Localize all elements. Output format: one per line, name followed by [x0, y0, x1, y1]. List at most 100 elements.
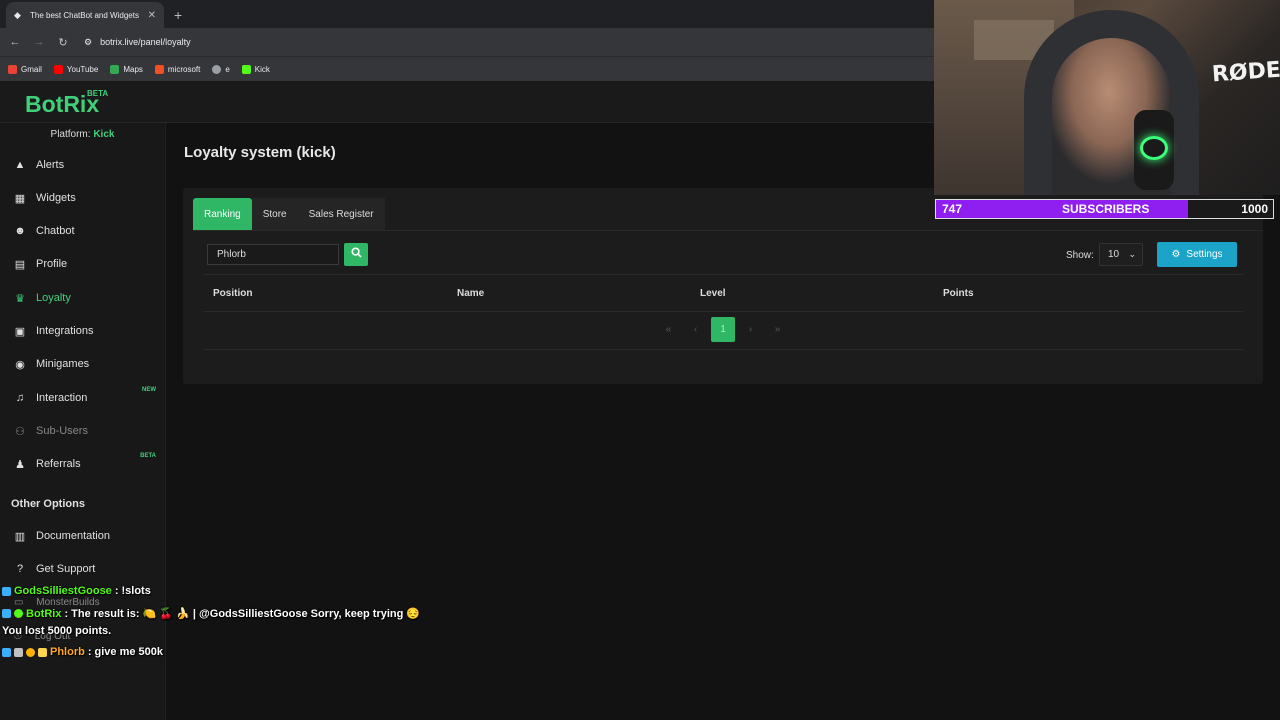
column-header-name[interactable]: Name: [457, 288, 484, 299]
warning-icon: ▲: [14, 159, 26, 171]
user-plus-icon: ♟: [15, 458, 25, 471]
chat-badge-icon: [2, 609, 11, 618]
users-icon: ⚇: [15, 425, 25, 438]
chat-text: You lost 5000 points.: [2, 625, 112, 637]
bookmark-youtube[interactable]: YouTube: [53, 64, 98, 74]
site-info-icon[interactable]: ⚙: [84, 37, 92, 48]
chat-text: !slots: [121, 585, 151, 597]
subscriber-goal: 1000: [1241, 202, 1268, 216]
chat-username: GodsSilliestGoose: [14, 585, 112, 597]
sidebar-item-referrals[interactable]: ♟ Referrals BETA: [0, 449, 166, 479]
prev-page-button[interactable]: ‹: [682, 317, 709, 342]
page-size-select[interactable]: 10 ⌄: [1099, 243, 1143, 266]
gear-icon: ⚙: [1171, 249, 1181, 260]
table-bottom-divider: [203, 349, 1243, 350]
site-favicon-icon: ◆: [14, 10, 21, 20]
document-icon: ▣: [14, 325, 26, 338]
tab-divider: [193, 230, 1263, 231]
page-1-button[interactable]: 1: [711, 317, 735, 342]
sidebar-item-loyalty[interactable]: ♛ Loyalty: [0, 283, 166, 313]
table-top-divider: [203, 274, 1243, 275]
url-text: botrix.live/panel/loyalty: [100, 37, 191, 47]
bookmark-gmail[interactable]: Gmail: [8, 64, 42, 74]
beta-badge: BETA: [87, 89, 109, 98]
pagination: « ‹ 1 › »: [655, 317, 791, 342]
next-page-button[interactable]: ›: [737, 317, 764, 342]
brand-logo[interactable]: BotRix BETA: [25, 89, 108, 118]
tab-sales-register[interactable]: Sales Register: [297, 198, 385, 230]
sidebar-item-sub-users[interactable]: ⚇ Sub-Users: [0, 416, 166, 446]
youtube-icon: [53, 64, 63, 74]
sidebar-item-profile[interactable]: ▤ Profile: [0, 249, 166, 279]
back-icon[interactable]: ←: [8, 36, 22, 48]
gmail-icon: [8, 64, 17, 74]
sidebar-item-get-support[interactable]: ? Get Support: [0, 554, 166, 584]
verified-icon: [14, 609, 23, 618]
webcam-overlay: RØDE: [934, 0, 1280, 195]
bookmark-kick[interactable]: Kick: [241, 64, 270, 74]
bookmark-maps[interactable]: Maps: [110, 64, 143, 74]
tab-title: The best ChatBot and Widgets: [30, 10, 139, 20]
chat-message-continuation: You lost 5000 points.: [2, 625, 111, 637]
crown-icon: [14, 647, 23, 657]
reload-icon[interactable]: ↻: [56, 36, 70, 49]
column-header-level[interactable]: Level: [700, 288, 726, 299]
chevron-down-icon: ⌄: [1128, 249, 1136, 259]
gamepad-icon: ◉: [15, 358, 25, 371]
sidebar-item-chatbot[interactable]: ☻ Chatbot: [0, 216, 166, 246]
address-bar[interactable]: ⚙ botrix.live/panel/loyalty: [84, 37, 191, 48]
platform-indicator: Platform: Kick: [50, 129, 115, 140]
globe-icon: [212, 64, 222, 74]
close-tab-icon[interactable]: ✕: [148, 10, 156, 21]
first-page-button[interactable]: «: [655, 317, 682, 342]
other-options-heading: Other Options: [11, 498, 85, 510]
chat-text: give me 500k: [94, 646, 164, 658]
table-header-divider: [203, 311, 1243, 312]
new-badge: NEW: [142, 387, 156, 393]
robot-icon: ☻: [14, 225, 26, 237]
sidebar-item-widgets[interactable]: ▦ Widgets: [0, 183, 166, 213]
show-label: Show:: [1066, 250, 1094, 261]
column-header-position[interactable]: Position: [213, 288, 252, 299]
sidebar-item-integrations[interactable]: ▣ Integrations: [0, 316, 166, 346]
bookmark-e[interactable]: e: [212, 64, 230, 74]
chat-message: BotRix : The result is: 🍋 🍒 🍌 | @GodsSil…: [2, 607, 420, 620]
loyalty-tabs: Ranking Store Sales Register: [193, 198, 385, 230]
gift-icon: [38, 647, 47, 657]
sidebar-item-alerts[interactable]: ▲ Alerts: [0, 150, 166, 180]
chat-username: BotRix: [26, 607, 62, 620]
last-page-button[interactable]: »: [764, 317, 791, 342]
chat-message: GodsSilliestGoose : !slots: [2, 585, 151, 597]
tab-ranking[interactable]: Ranking: [193, 198, 252, 230]
beta-badge: BETA: [140, 453, 156, 459]
search-input[interactable]: Phlorb: [207, 244, 339, 265]
book-icon: ▥: [14, 530, 26, 543]
id-card-icon: ▤: [14, 258, 26, 271]
chat-message: Phlorb : give me 500k: [2, 646, 163, 658]
new-tab-icon[interactable]: +: [174, 7, 182, 23]
maps-icon: [110, 64, 120, 74]
page-title: Loyalty system (kick): [184, 144, 336, 161]
column-header-points[interactable]: Points: [943, 288, 974, 299]
grid-icon: ▦: [14, 192, 26, 205]
subscriber-count: 747: [942, 202, 963, 216]
sidebar-item-minigames[interactable]: ◉ Minigames: [0, 349, 166, 379]
kick-icon: [241, 64, 251, 74]
search-icon: [350, 247, 362, 258]
tab-store[interactable]: Store: [251, 198, 298, 230]
music-icon: ♫: [15, 392, 25, 404]
settings-button[interactable]: ⚙ Settings: [1157, 242, 1237, 267]
microsoft-icon: [154, 64, 164, 74]
forward-icon[interactable]: →: [32, 36, 46, 48]
browser-tab[interactable]: ◆ The best ChatBot and Widgets ✕: [6, 2, 164, 28]
bookmark-microsoft[interactable]: microsoft: [154, 64, 200, 74]
sidebar-item-interaction[interactable]: ♫ Interaction NEW: [0, 383, 166, 413]
chat-username: Phlorb: [50, 646, 85, 658]
chat-text: The result is: 🍋 🍒 🍌 | @GodsSilliestGoos…: [71, 608, 421, 620]
info-badge-icon: [26, 647, 35, 657]
chat-badge-icon: [2, 647, 11, 657]
sidebar-item-documentation[interactable]: ▥ Documentation: [0, 521, 166, 551]
subscriber-goal-bar: 747 SUBSCRIBERS 1000: [935, 199, 1274, 219]
search-button[interactable]: [344, 243, 368, 266]
help-icon: ?: [16, 563, 24, 575]
